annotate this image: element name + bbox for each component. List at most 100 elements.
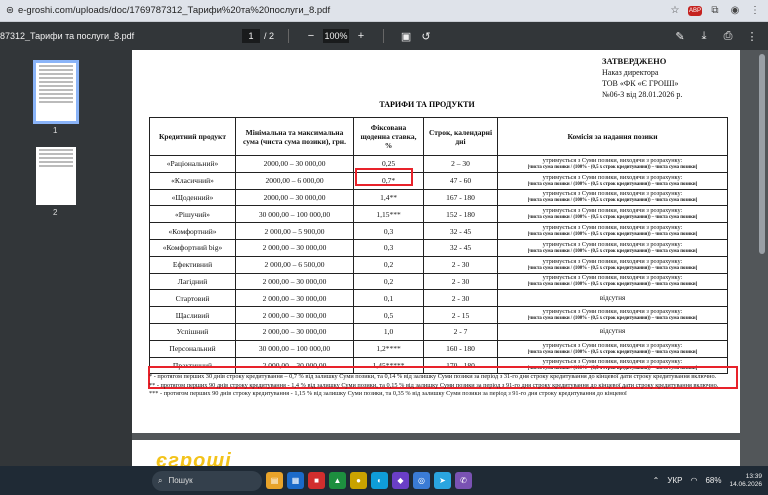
table-cell: 2000,00 – 30 000,00 — [235, 155, 354, 173]
page-input[interactable]: 1 — [242, 29, 260, 43]
rotate-icon[interactable]: ↺ — [418, 28, 434, 44]
footnote-2: ** - протягом перших 90 днів строку кред… — [149, 381, 719, 389]
site-info-icon[interactable]: ⊜ — [6, 5, 14, 16]
zoom-input[interactable]: 100% — [323, 29, 350, 43]
taskbar-search[interactable]: ⌕ Пошук — [152, 470, 262, 491]
table-cell: 2 – 30 — [423, 155, 498, 173]
commission-text: утримується з Суми позики, виходячи з ро… — [542, 207, 683, 215]
zoom-out-icon[interactable]: − — [303, 28, 319, 44]
taskbar-app-purple[interactable]: ◆ — [392, 472, 409, 489]
fit-page-icon[interactable]: ▣ — [398, 28, 414, 44]
table-cell: 2 000,00 – 30 000,00 — [235, 322, 354, 341]
table-row: «Комфортний big» 2 000,00 – 30 000,00 0,3 3… — [149, 238, 728, 257]
extension-icon[interactable]: ABP — [688, 5, 702, 16]
logo-text: єгроші — [156, 450, 232, 466]
footnote-3: *** - протягом перших 90 днів строку кре… — [149, 390, 627, 397]
commission-text: утримується з Суми позики, виходячи з ро… — [542, 240, 683, 248]
table-cell: «Комфортний» — [149, 222, 236, 240]
table-cell: 160 - 180 — [423, 339, 498, 358]
page-thumbnail-1[interactable] — [33, 60, 79, 124]
table-cell: 2 - 30 — [423, 272, 498, 291]
company-label: ТОВ «ФК «Є ГРОШІ» — [602, 79, 679, 88]
table-cell: 167 - 180 — [423, 188, 498, 207]
table-cell: 1,0 — [353, 322, 424, 341]
taskbar-app-edge[interactable]: ◐ — [371, 472, 388, 489]
table-cell: 0,5 — [353, 306, 424, 324]
table-cell: Щасливий — [149, 306, 236, 324]
table-cell: 1,15*** — [353, 205, 424, 224]
commission-text: утримується з Суми позики, виходячи з ро… — [542, 308, 683, 316]
more-icon[interactable]: ⋮ — [744, 28, 760, 44]
taskbar-app-chrome[interactable]: ◎ — [413, 472, 430, 489]
annotate-icon[interactable]: ✎ — [672, 28, 688, 44]
taskbar-app-telegram[interactable]: ➤ — [434, 472, 451, 489]
scrollbar[interactable] — [758, 50, 766, 466]
system-tray: ⌃ УКР ◠ 68% 13:39 14.06.2026 — [653, 473, 762, 489]
puzzle-icon[interactable]: ⧉ — [708, 4, 722, 18]
star-icon[interactable]: ☆ — [668, 4, 682, 18]
footnotes: * - протягом перших 30 днів строку креди… — [149, 373, 729, 399]
commission-formula: [чиста сума позики / (100% - (0,5 x стро… — [527, 181, 698, 187]
table-cell: Стартовий — [149, 289, 236, 308]
commission-formula: [чиста сума позики / (100% - (0,5 x стро… — [527, 232, 698, 238]
download-icon[interactable]: ⤓ — [696, 28, 712, 44]
scrollbar-thumb[interactable] — [759, 54, 765, 254]
table-cell: 2 000,00 – 30 000,00 — [235, 238, 354, 257]
table-cell: «Щоденний» — [149, 188, 236, 207]
clock[interactable]: 13:39 14.06.2026 — [729, 473, 762, 489]
commission-cell: утримується з Суми позики, виходячи з ро… — [497, 155, 728, 173]
page-thumbnail-2[interactable] — [36, 147, 76, 205]
table-cell: 2 - 30 — [423, 289, 498, 308]
approved-label: ЗАТВЕРДЖЕНО — [602, 56, 667, 66]
taskbar-app-viber[interactable]: ✆ — [455, 472, 472, 489]
pdf-viewer[interactable]: ЗАТВЕРДЖЕНО Наказ директора ТОВ «ФК «Є Г… — [132, 50, 768, 466]
taskbar-app-yellow[interactable]: ● — [350, 472, 367, 489]
address-bar: ⊜ e-groshi.com/uploads/doc/1769787312_Тар… — [0, 0, 768, 22]
chevron-up-icon[interactable]: ⌃ — [653, 476, 660, 485]
commission-text: утримується з Суми позики, виходячи з ро… — [542, 224, 683, 232]
commission-formula: [чиста сума позики / (100% - (0,5 x стро… — [527, 248, 698, 254]
url-field[interactable]: ⊜ e-groshi.com/uploads/doc/1769787312_Тар… — [6, 5, 668, 16]
menu-icon[interactable]: ⋮ — [748, 4, 762, 18]
language-indicator[interactable]: УКР — [667, 476, 682, 485]
order-label: Наказ директора — [602, 68, 659, 77]
commission-formula: [чиста сума позики / (100% - (0,5 x стро… — [527, 215, 698, 221]
table-cell: 0,2 — [353, 272, 424, 291]
table-cell: 0,3 — [353, 222, 424, 240]
table-cell: 0,1 — [353, 289, 424, 308]
footnote-1: * - протягом перших 30 днів строку креди… — [149, 373, 717, 380]
commission-cell: утримується з Суми позики, виходячи з ро… — [497, 222, 728, 240]
table-cell: Персональний — [149, 339, 236, 358]
divider — [288, 29, 290, 43]
profile-icon[interactable]: ◉ — [728, 4, 742, 18]
commission-formula: [чиста сума позики / (100% - (0,5 x стро… — [527, 349, 698, 355]
table-cell: 2 000,00 – 5 900,00 — [235, 222, 354, 240]
divider — [383, 29, 385, 43]
table-cell: 47 - 60 — [423, 171, 498, 190]
table-header: Кредитний продукт — [149, 117, 236, 156]
commission-text: утримується з Суми позики, виходячи з ро… — [542, 190, 683, 198]
taskbar-app-green[interactable]: ▲ — [329, 472, 346, 489]
table-cell: 30 000,00 – 100 000,00 — [235, 205, 354, 224]
thumbnail-label-2: 2 — [53, 208, 58, 217]
wifi-icon[interactable]: ◠ — [690, 476, 697, 485]
commission-formula: [чиста сума позики / (100% - (0,5 x стро… — [527, 265, 698, 271]
url-text: e-groshi.com/uploads/doc/1769787312_Тари… — [17, 5, 331, 16]
taskbar-app-explorer[interactable]: ▤ — [266, 472, 283, 489]
commission-cell: утримується з Суми позики, виходячи з ро… — [497, 238, 728, 257]
time: 13:39 — [745, 472, 762, 480]
commission-cell: утримується з Суми позики, виходячи з ро… — [497, 205, 728, 224]
table-header: Комісія за надання позики — [497, 117, 728, 156]
page-total: / 2 — [264, 31, 275, 41]
commission-text: утримується з Суми позики, виходячи з ро… — [542, 358, 683, 366]
table-row: Персональний 30 000,00 – 100 000,00 1,2***… — [149, 339, 728, 358]
table-row: «Класичний» 2000,00 – 6 000,00 0,7* 47 - 60… — [149, 171, 728, 190]
print-icon[interactable]: ⎙ — [720, 28, 736, 44]
taskbar: ⌕ Пошук ▤ ▦ ■ ▲ ● ◐ ◆ ◎ ➤ ✆ ⌃ УКР ◠ 68% 1… — [0, 466, 768, 495]
taskbar-app-red[interactable]: ■ — [308, 472, 325, 489]
commission-formula: [чиста сума позики / (100% - (0,5 x стро… — [527, 164, 698, 170]
zoom-in-icon[interactable]: + — [353, 28, 369, 44]
taskbar-app-store[interactable]: ▦ — [287, 472, 304, 489]
battery-level[interactable]: 68% — [705, 476, 721, 485]
logo: єгроші — [156, 450, 232, 466]
